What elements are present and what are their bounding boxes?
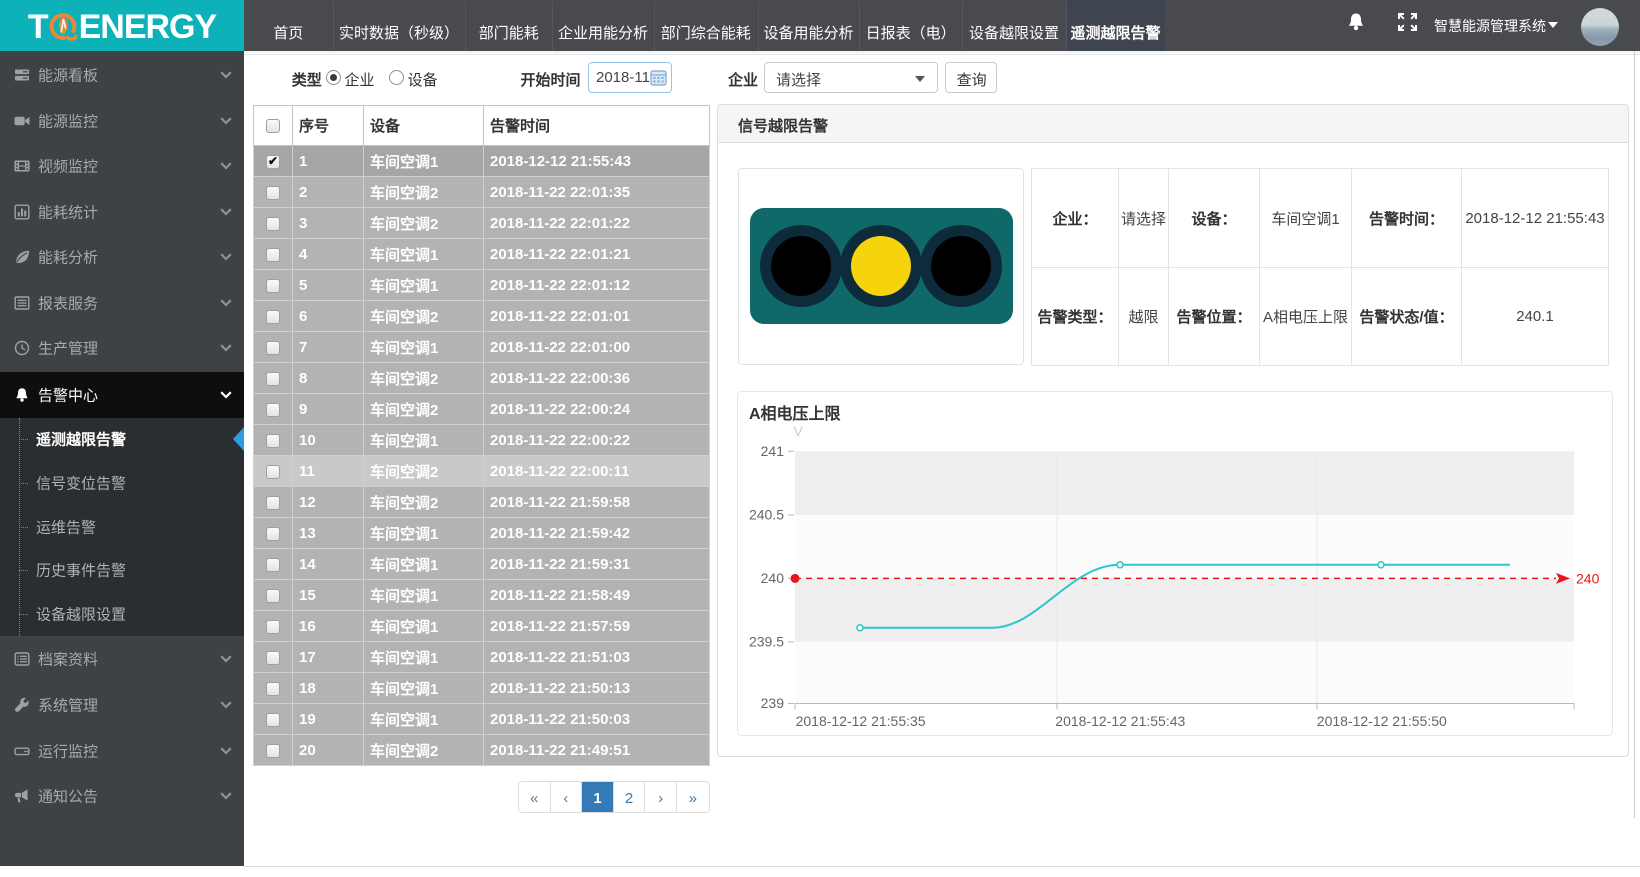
svg-text:239.5: 239.5 [749,634,784,650]
svg-text:2018-12-12 21:55:50: 2018-12-12 21:55:50 [1317,713,1447,729]
svg-text:240: 240 [761,570,785,586]
svg-text:2018-12-12 21:55:43: 2018-12-12 21:55:43 [1055,713,1185,729]
svg-text:V: V [794,423,804,439]
svg-text:240.5: 240.5 [749,507,784,523]
svg-text:2018-12-12 21:55:35: 2018-12-12 21:55:35 [796,713,926,729]
svg-text:241: 241 [761,443,785,459]
svg-text:239: 239 [761,695,785,711]
svg-text:240: 240 [1576,570,1600,586]
